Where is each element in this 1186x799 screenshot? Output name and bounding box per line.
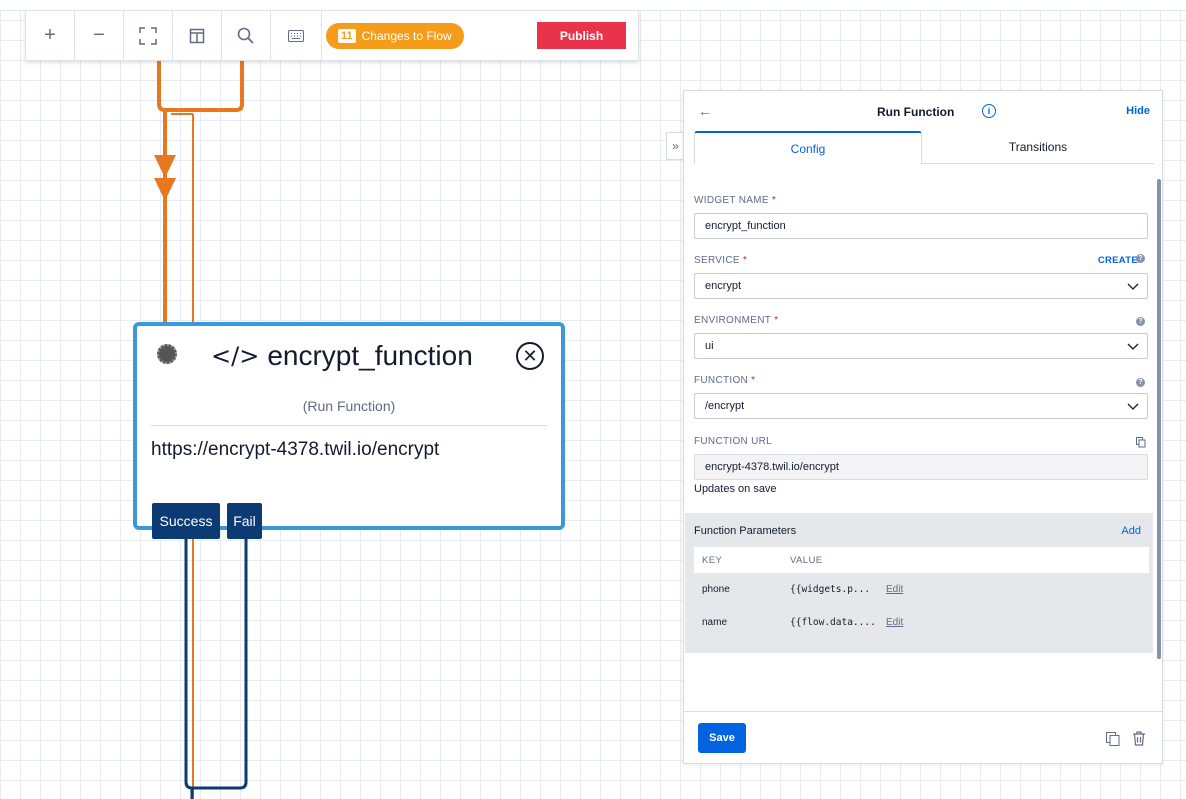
panel-title: Run Function xyxy=(877,105,955,119)
table-header: KEY VALUE xyxy=(694,547,1149,573)
key-column-header: KEY xyxy=(702,554,723,566)
plus-icon: + xyxy=(44,24,56,46)
minus-icon: − xyxy=(93,24,105,46)
service-select[interactable]: encrypt xyxy=(694,273,1148,299)
help-icon[interactable]: ? xyxy=(1136,378,1145,387)
trash-icon[interactable] xyxy=(1132,731,1146,746)
chevron-down-icon xyxy=(1127,343,1139,350)
widget-type: (Run Function) xyxy=(302,398,396,414)
param-key: name xyxy=(702,617,728,628)
arrow-icon xyxy=(154,178,176,201)
widget-function-url: https://encrypt-4378.twil.io/encrypt xyxy=(151,439,440,460)
fail-transition[interactable]: Fail xyxy=(227,503,262,539)
fit-screen-button[interactable] xyxy=(124,11,173,60)
function-parameters-section: Function Parameters Add KEY VALUE phone … xyxy=(685,513,1153,653)
tab-config[interactable]: Config xyxy=(694,131,922,164)
add-widget-button[interactable] xyxy=(173,11,222,60)
parameters-table: KEY VALUE phone {{widgets.p... Edit name… xyxy=(694,547,1149,639)
back-arrow-icon[interactable]: ← xyxy=(698,103,712,119)
chevron-down-icon xyxy=(1127,283,1139,290)
table-row: phone {{widgets.p... Edit xyxy=(694,573,1149,606)
create-service-link[interactable]: CREATE xyxy=(1098,255,1138,266)
table-row: name {{flow.data.... Edit xyxy=(694,606,1149,639)
function-label: FUNCTION * xyxy=(694,375,756,386)
search-button[interactable] xyxy=(222,11,271,60)
panel-scrollbar[interactable] xyxy=(1157,179,1161,659)
success-transition[interactable]: Success xyxy=(152,503,220,539)
updates-on-save-note: Updates on save xyxy=(694,483,777,495)
widget-header: </> encrypt_function xyxy=(211,340,473,372)
changes-count-badge: 11 xyxy=(338,29,356,43)
help-icon[interactable]: ? xyxy=(1136,317,1145,326)
info-icon[interactable]: i xyxy=(982,104,996,118)
canvas-toolbar: + − 11 Changes to Flow Publish xyxy=(25,10,639,61)
function-url-field: encrypt-4378.twil.io/encrypt xyxy=(694,454,1148,480)
help-icon[interactable]: ? xyxy=(1136,254,1145,263)
close-icon: ✕ xyxy=(522,346,538,366)
value-column-header: VALUE xyxy=(790,554,823,566)
function-parameters-heading: Function Parameters xyxy=(694,525,797,537)
chevron-down-icon xyxy=(1127,403,1139,410)
add-parameter-button[interactable]: Add xyxy=(1121,525,1141,537)
function-select[interactable]: /encrypt xyxy=(694,393,1148,419)
widget-name: encrypt_function xyxy=(267,340,473,371)
widget-config-panel: ← Run Function i Hide Config Transitions… xyxy=(683,90,1163,764)
search-icon xyxy=(237,27,254,44)
save-button[interactable]: Save xyxy=(698,723,746,753)
zoom-in-button[interactable]: + xyxy=(26,11,75,60)
param-value: {{flow.data.... xyxy=(790,617,876,628)
widget-library-icon xyxy=(189,28,205,43)
param-value: {{widgets.p... xyxy=(790,584,871,595)
widget-name-input[interactable]: encrypt_function xyxy=(694,213,1148,239)
widget-name-label: WIDGET NAME * xyxy=(694,195,777,206)
service-label: SERVICE * xyxy=(694,255,748,266)
copy-icon[interactable] xyxy=(1136,437,1146,448)
edit-parameter-link[interactable]: Edit xyxy=(886,584,903,595)
keyboard-shortcuts-button[interactable] xyxy=(271,11,322,60)
hide-panel-link[interactable]: Hide xyxy=(1126,105,1150,117)
service-value: encrypt xyxy=(705,280,742,292)
changes-label: Changes to Flow xyxy=(361,29,452,43)
tab-transitions[interactable]: Transitions xyxy=(922,131,1154,162)
run-function-widget[interactable]: </> encrypt_function ✕ (Run Function) ht… xyxy=(133,322,565,530)
publish-button[interactable]: Publish xyxy=(537,22,626,49)
panel-tabs: Config Transitions xyxy=(694,131,1154,164)
function-value: /encrypt xyxy=(705,400,745,412)
widget-divider xyxy=(151,425,547,426)
arrow-icon xyxy=(154,155,176,178)
param-key: phone xyxy=(702,584,730,595)
function-url-label: FUNCTION URL xyxy=(694,436,773,447)
double-chevron-right-icon: » xyxy=(672,139,679,153)
environment-value: ui xyxy=(705,340,714,352)
delete-widget-button[interactable]: ✕ xyxy=(516,342,544,370)
fullscreen-icon xyxy=(139,26,157,45)
blue-wire-fail xyxy=(184,538,248,790)
panel-footer: Save xyxy=(684,711,1162,765)
environment-label: ENVIRONMENT * xyxy=(694,315,779,326)
keyboard-icon xyxy=(288,29,304,42)
duplicate-icon[interactable] xyxy=(1106,732,1120,746)
edit-parameter-link[interactable]: Edit xyxy=(886,617,903,628)
widget-input-handle[interactable] xyxy=(157,344,177,364)
environment-select[interactable]: ui xyxy=(694,333,1148,359)
orange-wire-loop xyxy=(157,58,244,112)
changes-to-flow-button[interactable]: 11 Changes to Flow xyxy=(326,23,464,49)
collapse-panel-button[interactable]: » xyxy=(666,132,684,160)
code-icon: </> xyxy=(211,342,260,370)
zoom-out-button[interactable]: − xyxy=(75,11,124,60)
